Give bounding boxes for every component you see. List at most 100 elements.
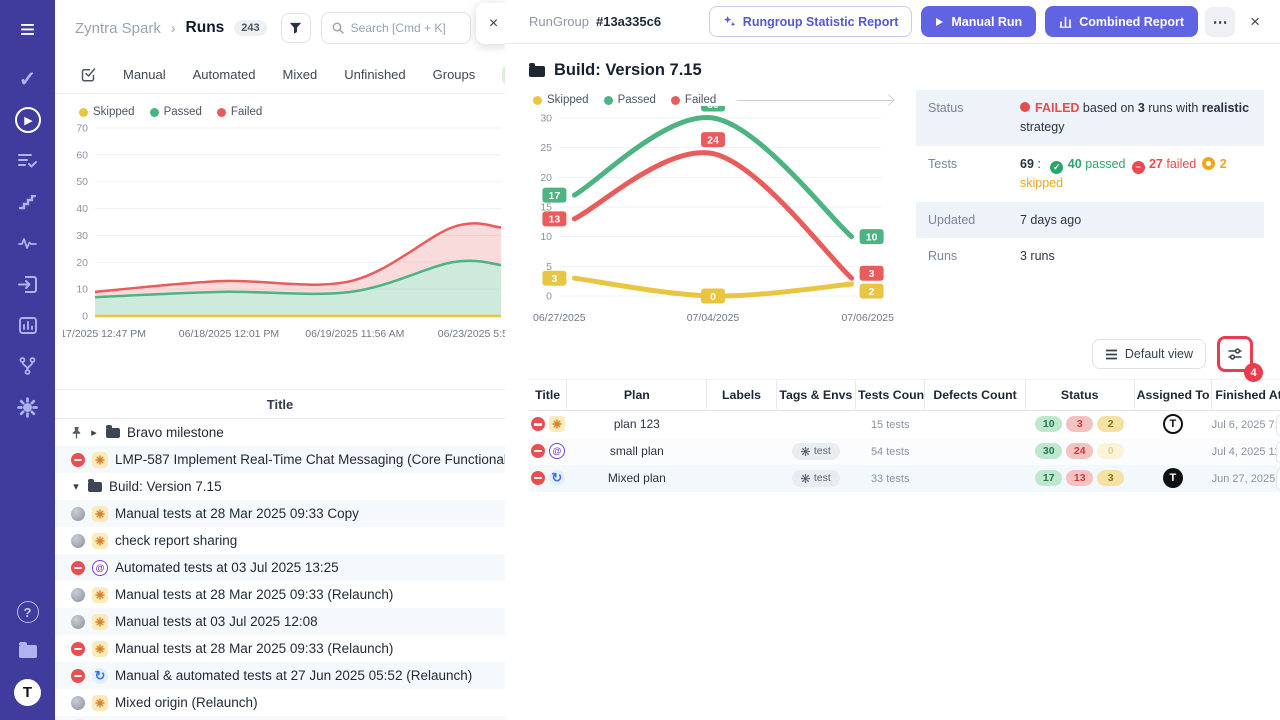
tags-cell: test [776, 438, 856, 465]
workspace-chip[interactable]: test work [502, 64, 505, 86]
legend-failed[interactable]: Failed [217, 106, 262, 118]
rungroup-title: Build: Version 7.15 [554, 61, 702, 80]
run-row[interactable]: ↻ [55, 716, 505, 720]
more-actions-button[interactable]: ⋯ [1205, 7, 1235, 37]
table-row[interactable]: ↻Mixed plantest33 tests17133TJun 27, 202… [529, 465, 1280, 492]
tab-unfinished[interactable]: Unfinished [344, 67, 405, 82]
column-header-finished-at[interactable]: Finished At [1212, 380, 1280, 411]
run-title: Manual tests at 28 Mar 2025 09:33 (Relau… [115, 587, 393, 602]
tab-groups[interactable]: Groups [433, 67, 476, 82]
button-label: Manual Run [951, 15, 1022, 29]
help-icon[interactable]: ? [17, 601, 39, 623]
assignee-avatar[interactable]: T [1163, 468, 1183, 488]
run-row[interactable]: Manual tests at 03 Jul 2025 12:08 [55, 608, 505, 635]
column-header-labels[interactable]: Labels [707, 380, 776, 411]
defects-cell [925, 411, 1026, 438]
caret-right-icon[interactable]: ▸ [89, 426, 99, 439]
branch-nav-icon[interactable] [15, 353, 41, 379]
breadcrumb-project[interactable]: Zyntra Spark [75, 20, 161, 37]
title-cell [529, 411, 567, 438]
info-row: Runs3 runs [916, 238, 1264, 275]
table-row[interactable]: plan 12315 tests1032TJul 6, 2025 7:40 [529, 411, 1280, 438]
title-icons [529, 416, 567, 432]
run-row[interactable]: ▾Build: Version 7.15 [55, 473, 505, 500]
run-row[interactable]: Manual tests at 28 Mar 2025 09:33 Copy [55, 500, 505, 527]
drawer-close-button[interactable]: × [1246, 12, 1264, 32]
menu-icon[interactable]: ≡ [15, 16, 41, 42]
legend-passed[interactable]: Passed [150, 106, 202, 118]
rungroup-statistic-report-button[interactable]: Rungroup Statistic Report [709, 6, 913, 37]
column-header-assigned-to[interactable]: Assigned To [1134, 380, 1211, 411]
legend-failed[interactable]: Failed [671, 94, 716, 106]
plan-cell[interactable]: small plan [567, 438, 707, 465]
table-body: plan 12315 tests1032TJul 6, 2025 7:40@sm… [529, 411, 1280, 492]
svg-text:3: 3 [869, 268, 875, 280]
svg-text:70: 70 [76, 123, 88, 135]
svg-text:10: 10 [540, 231, 552, 243]
column-header-title[interactable]: Title [529, 380, 567, 411]
rungroup-runs-table: TitlePlanLabelsTags & EnvsTests CountDef… [529, 379, 1280, 492]
play-icon [935, 17, 944, 27]
finished-at: Jul 6, 2025 7:40 [1212, 419, 1280, 431]
run-row[interactable]: LMP-587 Implement Real-Time Chat Messagi… [55, 446, 505, 473]
user-avatar[interactable]: T [14, 679, 41, 706]
assignee-avatar[interactable]: T [1163, 414, 1183, 434]
run-row[interactable]: Mixed origin (Relaunch) [55, 689, 505, 716]
panel-close-button[interactable]: × [476, 3, 505, 44]
column-header-tags-envs[interactable]: Tags & Envs [776, 380, 856, 411]
manual-run-button[interactable]: Manual Run [921, 6, 1036, 37]
caret-down-icon[interactable]: ▾ [71, 480, 81, 493]
column-header-defects-count[interactable]: Defects Count [925, 380, 1026, 411]
status-chips: 17133 [1035, 470, 1124, 486]
failed-dot-icon [671, 96, 680, 105]
run-row[interactable]: ▸Bravo milestone [55, 419, 505, 446]
column-header-tests-count[interactable]: Tests Count [856, 380, 925, 411]
run-row[interactable]: @Automated tests at 03 Jul 2025 13:25 [55, 554, 505, 581]
tab-manual[interactable]: Manual [123, 67, 166, 82]
drawer-body: Build: Version 7.15 Skipped Passed Faile… [505, 44, 1280, 720]
reports-nav-icon[interactable] [15, 312, 41, 338]
select-runs-icon[interactable] [81, 67, 96, 82]
svg-text:10: 10 [76, 284, 88, 296]
pulse-nav-icon[interactable] [15, 230, 41, 256]
search-input[interactable]: Search [Cmd + K] [321, 12, 471, 44]
table-settings-button[interactable]: 4 [1220, 339, 1250, 369]
run-row[interactable]: Manual tests at 28 Mar 2025 09:33 (Relau… [55, 635, 505, 662]
manual-origin-icon [92, 587, 108, 603]
legend-passed[interactable]: Passed [604, 94, 656, 106]
assignee-cell [1134, 438, 1211, 465]
runs-panel: Zyntra Spark › Runs 243 Search [Cmd + K]… [55, 0, 505, 720]
tests-nav-icon[interactable]: ✓ [15, 66, 41, 92]
run-title: check report sharing [115, 533, 237, 548]
settings-nav-icon[interactable] [15, 394, 41, 420]
runs-nav-icon[interactable]: ▶ [15, 107, 41, 133]
failed-status-icon [71, 669, 85, 683]
run-row[interactable]: check report sharing [55, 527, 505, 554]
info-value: 3 runs [1020, 247, 1055, 266]
legend-skipped[interactable]: Skipped [533, 94, 589, 106]
rungroup-chart-legend: Skipped Passed Failed [533, 94, 907, 106]
tab-mixed[interactable]: Mixed [283, 67, 318, 82]
import-nav-icon[interactable] [15, 271, 41, 297]
run-row[interactable]: ↻Manual & automated tests at 27 Jun 2025… [55, 662, 505, 689]
tab-automated[interactable]: Automated [193, 67, 256, 82]
mixed-origin-icon: ↻ [549, 470, 565, 486]
assignee-cell: T [1134, 411, 1211, 438]
runs-header: Zyntra Spark › Runs 243 Search [Cmd + K]… [55, 0, 505, 56]
default-view-button[interactable]: Default view [1092, 339, 1206, 369]
status-chips: 1032 [1035, 416, 1124, 432]
plans-nav-icon[interactable] [15, 148, 41, 174]
projects-icon[interactable] [15, 638, 41, 664]
svg-text:07/06/2025: 07/06/2025 [841, 312, 894, 324]
steps-nav-icon[interactable] [15, 189, 41, 215]
finished-at: Jul 4, 2025 11:27 [1212, 446, 1280, 458]
plan-cell[interactable]: plan 123 [567, 411, 707, 438]
column-header-status[interactable]: Status [1025, 380, 1134, 411]
table-row[interactable]: @small plantest54 tests30240Jul 4, 2025 … [529, 438, 1280, 465]
combined-report-button[interactable]: Combined Report [1045, 6, 1198, 37]
plan-cell[interactable]: Mixed plan [567, 465, 707, 492]
column-header-plan[interactable]: Plan [567, 380, 707, 411]
legend-skipped[interactable]: Skipped [79, 106, 135, 118]
filter-button[interactable] [281, 13, 311, 43]
run-row[interactable]: Manual tests at 28 Mar 2025 09:33 (Relau… [55, 581, 505, 608]
